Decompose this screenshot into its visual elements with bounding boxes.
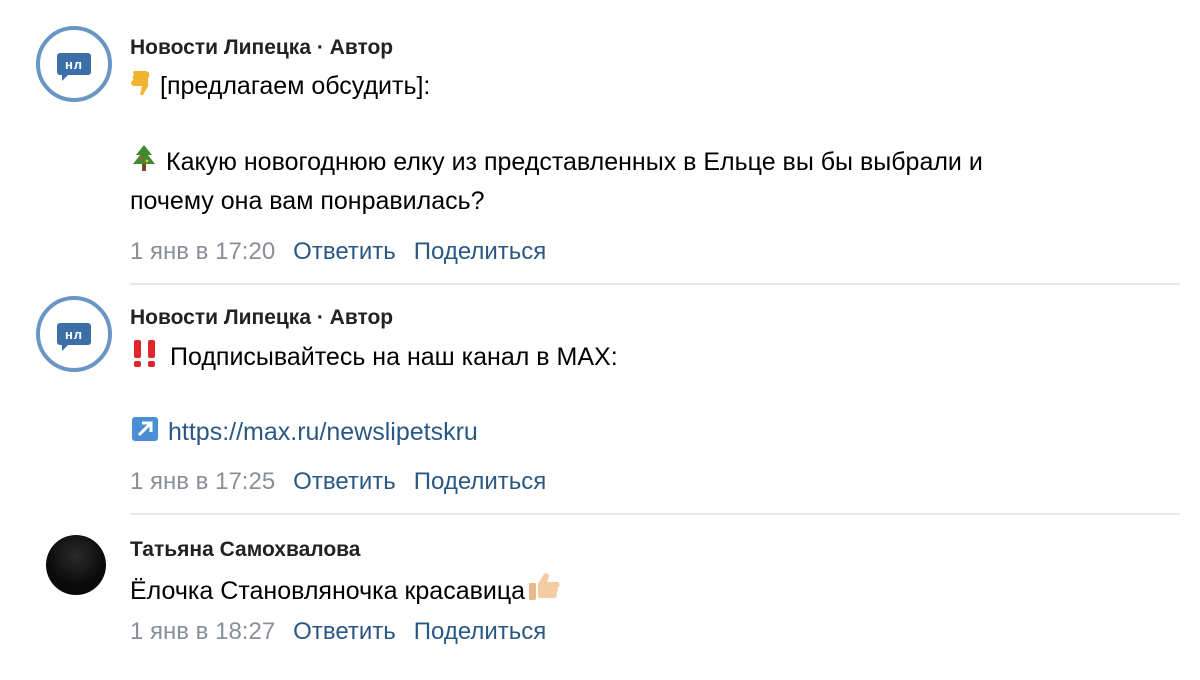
double-exclamation-icon — [130, 338, 162, 378]
comment-text: Ёлочка Становляночка красавица — [130, 570, 1170, 612]
share-button[interactable]: Поделиться — [414, 618, 547, 646]
comment-text: [предлагаем обсудить]: Какую новогоднюю … — [130, 68, 1170, 219]
reply-button[interactable]: Ответить — [293, 238, 396, 266]
reply-button[interactable]: Ответить — [293, 618, 396, 646]
author-name[interactable]: Новости Липецка · Автор — [130, 306, 393, 330]
timestamp[interactable]: 1 янв в 17:20 — [130, 238, 275, 266]
share-button[interactable]: Поделиться — [414, 238, 547, 266]
reply-button[interactable]: Ответить — [293, 468, 396, 496]
christmas-tree-icon — [130, 143, 158, 183]
comment-meta: 1 янв в 18:27 Ответить Поделиться — [130, 618, 546, 646]
arrow-up-right-icon — [130, 415, 160, 453]
channel-link[interactable]: https://max.ru/newslipetskru — [168, 418, 478, 446]
author-name[interactable]: Татьяна Самохвалова — [130, 538, 361, 562]
divider — [130, 513, 1180, 515]
avatar[interactable] — [46, 535, 106, 595]
thumbs-up-icon — [527, 570, 561, 612]
comment-meta: 1 янв в 17:20 Ответить Поделиться — [130, 238, 546, 266]
news-logo-icon: нл — [57, 53, 91, 81]
news-logo-icon: нл — [57, 323, 91, 351]
timestamp[interactable]: 1 янв в 18:27 — [130, 618, 275, 646]
comment-line: Подписывайтесь на наш канал в MAX: — [170, 343, 618, 371]
author-name[interactable]: Новости Липецка · Автор — [130, 36, 393, 60]
comment-line: Ёлочка Становляночка красавица — [130, 577, 526, 605]
comment-line: почему она вам понравилась? — [130, 187, 485, 215]
comment-line: Какую новогоднюю елку из представленных … — [166, 148, 983, 176]
comment-meta: 1 янв в 17:25 Ответить Поделиться — [130, 468, 546, 496]
comment-line: [предлагаем обсудить]: — [160, 72, 431, 100]
share-button[interactable]: Поделиться — [414, 468, 547, 496]
pointing-down-icon — [130, 69, 152, 107]
avatar[interactable]: нл — [36, 296, 112, 372]
avatar[interactable]: нл — [36, 26, 112, 102]
comment-text: Подписывайтесь на наш канал в MAX: https… — [130, 338, 1170, 453]
timestamp[interactable]: 1 янв в 17:25 — [130, 468, 275, 496]
divider — [130, 283, 1180, 285]
